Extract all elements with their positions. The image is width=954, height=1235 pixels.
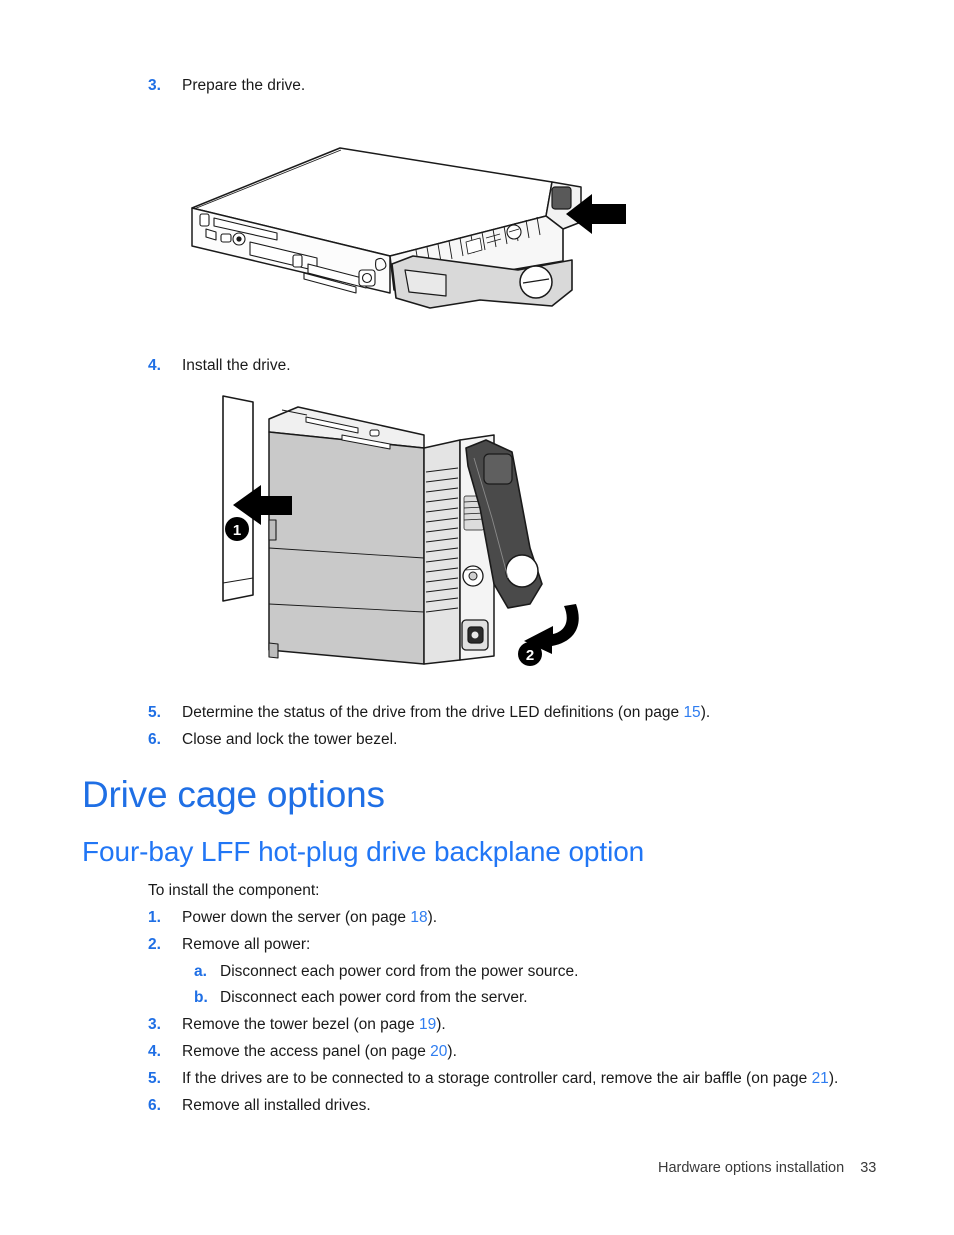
install-drive-illustration: 1 2	[222, 395, 579, 666]
install-step-6-remove-drives: 6. Remove all installed drives.	[148, 1096, 371, 1117]
step-5-determine-status: 5. Determine the status of the drive fro…	[148, 703, 710, 724]
page-title-drive-cage-options: Drive cage options	[82, 774, 385, 815]
step-number: 3.	[148, 1016, 161, 1033]
substep-text: Disconnect each power cord from the serv…	[220, 989, 528, 1006]
step-text-pre: Determine the status of the drive from t…	[182, 704, 684, 721]
footer-chapter-title: Hardware options installation	[658, 1160, 845, 1176]
step-text-post: ).	[447, 1043, 457, 1060]
step-text: Close and lock the tower bezel.	[182, 731, 398, 748]
step-number: 5.	[148, 1070, 161, 1087]
step-text-post: ).	[828, 1070, 839, 1087]
step-6-close-bezel: 6. Close and lock the tower bezel.	[148, 730, 397, 751]
step-text-post: ).	[427, 909, 438, 926]
step-number: 2.	[148, 936, 161, 953]
step-text: Prepare the drive.	[182, 77, 306, 94]
install-step-2-remove-power: 2. Remove all power:	[148, 935, 310, 956]
substep-letter: a.	[194, 963, 207, 980]
page-cross-reference[interactable]: 21	[812, 1070, 829, 1087]
page-cross-reference[interactable]: 18	[410, 909, 427, 926]
install-step-4-remove-access-panel: 4. Remove the access panel (on page 20).	[148, 1042, 457, 1063]
page-cross-reference[interactable]: 20	[430, 1043, 447, 1060]
step-number: 5.	[148, 704, 161, 721]
install-step-5-remove-air-baffle: 5. If the drives are to be connected to …	[148, 1069, 838, 1090]
callout-2-label: 2	[526, 647, 534, 664]
page-cross-reference[interactable]: 15	[683, 704, 700, 721]
prepare-drive-illustration	[191, 147, 626, 309]
step-number: 4.	[148, 1043, 161, 1060]
footer-page-number: 33	[860, 1160, 877, 1176]
carrier-side-face	[268, 431, 425, 665]
step-text: Determine the status of the drive from t…	[182, 703, 710, 724]
step-number: 6.	[148, 731, 161, 748]
step-3-prepare-drive: 3. Prepare the drive.	[148, 76, 305, 97]
step-number: 3.	[148, 77, 161, 94]
document-page: 3. Prepare the drive. 4. Install the dri…	[0, 0, 954, 1235]
figure-prepare-drive	[180, 130, 630, 315]
latch-thumb-hole	[519, 265, 553, 299]
step-text-post: ).	[700, 704, 711, 721]
install-substep-a: a. Disconnect each power cord from the p…	[194, 962, 578, 983]
step-text-post: ).	[436, 1016, 446, 1033]
substep-letter: b.	[194, 989, 208, 1006]
latch-thumb-hole	[505, 554, 539, 588]
figure-install-drive: 1 2	[212, 388, 612, 678]
step-text-pre: If the drives are to be connected to a s…	[182, 1070, 812, 1087]
callout-1-label: 1	[233, 522, 241, 539]
step-text: If the drives are to be connected to a s…	[182, 1069, 838, 1090]
step-text: Remove all power:	[182, 936, 311, 953]
step-text-pre: Remove the tower bezel (on page	[182, 1016, 419, 1033]
step-number: 6.	[148, 1097, 161, 1114]
step-4-install-drive: 4. Install the drive.	[148, 356, 291, 377]
step-number: 4.	[148, 357, 161, 374]
step-text: Install the drive.	[182, 357, 291, 374]
step-text-pre: Remove the access panel (on page	[182, 1043, 431, 1060]
step-number: 1.	[148, 909, 161, 926]
install-step-1-power-down: 1. Power down the server (on page 18).	[148, 908, 437, 929]
page-cross-reference[interactable]: 19	[419, 1016, 436, 1033]
step-text: Remove the tower bezel (on page 19).	[182, 1015, 446, 1036]
latch-release-button	[551, 186, 572, 210]
callout-2-close-arrow: 2	[518, 604, 579, 666]
step-text: Power down the server (on page 18).	[182, 908, 437, 929]
install-step-3-remove-bezel: 3. Remove the tower bezel (on page 19).	[148, 1015, 446, 1036]
step-text: Remove all installed drives.	[182, 1097, 371, 1114]
subsection-title-four-bay-lff: Four-bay LFF hot-plug drive backplane op…	[82, 836, 645, 867]
step-text: Remove the access panel (on page 20).	[182, 1042, 457, 1063]
page-footer: Hardware options installation 33	[658, 1160, 876, 1176]
install-intro-text: To install the component:	[148, 882, 320, 899]
install-substep-b: b. Disconnect each power cord from the s…	[194, 988, 528, 1009]
substep-text: Disconnect each power cord from the powe…	[220, 963, 579, 980]
step-text-pre: Power down the server (on page	[182, 909, 411, 926]
